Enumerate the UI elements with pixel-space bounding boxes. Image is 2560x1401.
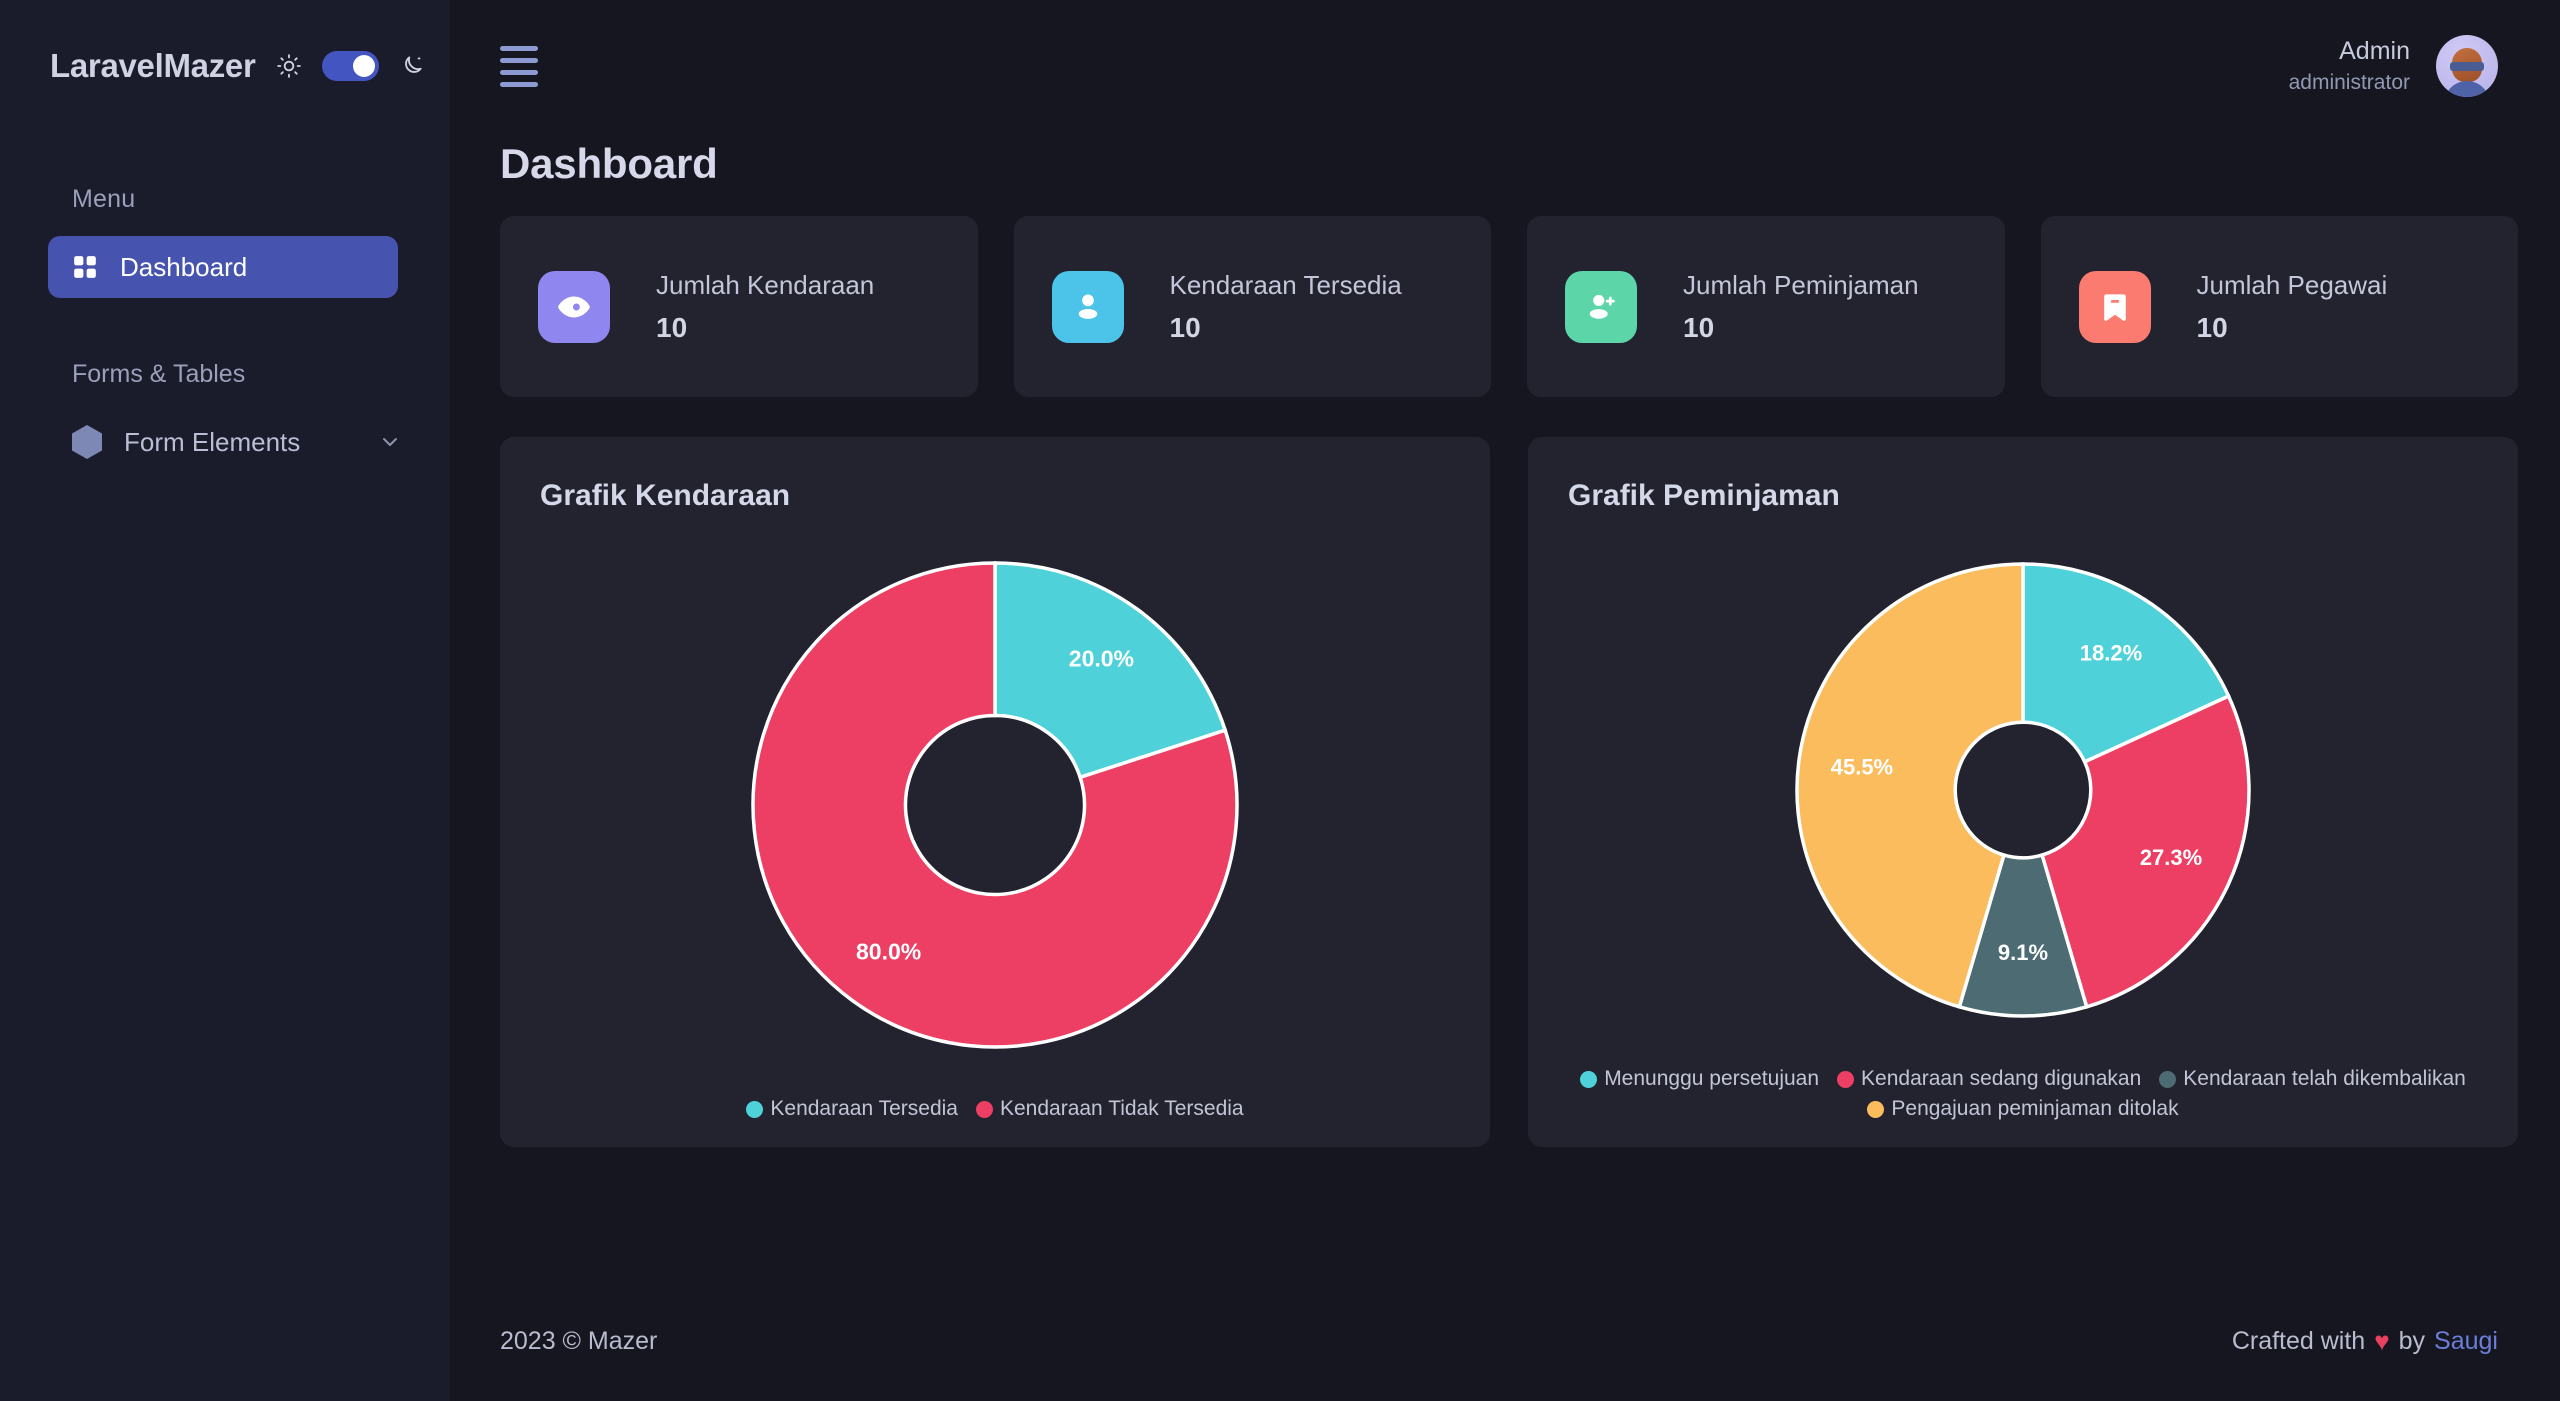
chart-title: Grafik Peminjaman — [1568, 479, 1840, 512]
footer-credit-mid: by — [2398, 1326, 2426, 1355]
legend-item[interactable]: Pengajuan peminjaman ditolak — [1867, 1097, 2179, 1121]
stat-label: Kendaraan Tersedia — [1169, 269, 1402, 300]
chart-card-kendaraan: Grafik Kendaraan 20.0% 80.0% Kendaraan Te… — [500, 437, 1490, 1147]
bookmark-icon — [2078, 270, 2151, 343]
sidebar-section-forms-tables: Forms & Tables — [72, 360, 246, 388]
user-icon — [1051, 270, 1124, 343]
topbar: Admin administrator — [450, 0, 2560, 132]
hamburger-line — [500, 81, 538, 87]
stat-card[interactable]: Jumlah Peminjaman 10 — [1527, 216, 2005, 397]
stat-label: Jumlah Kendaraan — [656, 269, 875, 300]
hamburger-line — [500, 69, 538, 75]
chart-title: Grafik Kendaraan — [540, 479, 791, 512]
theme-toggle[interactable] — [321, 51, 379, 81]
stat-value: 10 — [2196, 311, 2228, 343]
legend-label: Kendaraan sedang digunakan — [1861, 1067, 2142, 1090]
grid-icon — [72, 254, 98, 280]
sidebar-subitem-label: Form Elements — [124, 426, 301, 457]
legend-item[interactable]: Menunggu persetujuan — [1580, 1067, 1819, 1091]
main-content: Admin administrator Dashboard Jumlah Ken… — [450, 0, 2560, 1401]
stat-card[interactable]: Kendaraan Tersedia 10 — [1013, 216, 1491, 397]
legend-item[interactable]: Kendaraan Tersedia — [746, 1097, 958, 1121]
user-name: Admin — [2339, 36, 2410, 65]
user-plus-icon — [1565, 270, 1637, 343]
legend-color-dot — [1867, 1100, 1885, 1118]
sidebar: LaravelMazer Menu Dashboard Forms & Tabl… — [0, 0, 450, 1401]
user-menu[interactable]: Admin administrator — [2289, 35, 2498, 97]
page-title: Dashboard — [500, 140, 718, 187]
hamburger-line — [500, 57, 538, 63]
stat-value: 10 — [656, 311, 688, 343]
chart-body: 20.0% 80.0% — [540, 513, 1450, 1097]
avatar-body — [2444, 81, 2490, 97]
brand-title: LaravelMazer — [50, 47, 256, 84]
legend-label: Kendaraan Tersedia — [770, 1097, 958, 1120]
legend-color-dot — [2159, 1070, 2177, 1088]
stat-text: Jumlah Peminjaman 10 — [1683, 270, 1919, 344]
legend-color-dot — [975, 1100, 993, 1118]
legend-item[interactable]: Kendaraan Tidak Tersedia — [975, 1097, 1244, 1121]
stat-value: 10 — [1683, 311, 1715, 343]
legend-color-dot — [1837, 1070, 1855, 1088]
footer-credit-prefix: Crafted with — [2231, 1326, 2366, 1355]
hamburger-icon[interactable] — [500, 45, 538, 87]
footer-copyright: 2023 © Mazer — [500, 1326, 658, 1355]
sidebar-item-label: Dashboard — [120, 251, 248, 282]
footer-author-link[interactable]: Saugi — [2434, 1327, 2498, 1356]
chart-body: 18.2% 27.3% 9.1% 45.5% — [1568, 513, 2478, 1067]
donut-slice-label: 9.1% — [1998, 940, 2048, 965]
donut-chart-kendaraan[interactable]: 20.0% 80.0% — [749, 559, 1241, 1051]
hexagon-icon — [72, 425, 102, 459]
stat-text: Kendaraan Tersedia 10 — [1170, 270, 1402, 344]
chart-legend: Menunggu persetujuan Kendaraan sedang dig… — [1568, 1067, 2478, 1147]
stats-row: Jumlah Kendaraan 10 Kendaraan Tersedia 1… — [500, 216, 2518, 397]
stat-label: Jumlah Peminjaman — [1683, 269, 1919, 300]
moon-icon[interactable] — [399, 53, 425, 79]
sidebar-header: LaravelMazer — [0, 0, 450, 85]
eye-icon — [538, 270, 610, 343]
user-role: administrator — [2288, 70, 2410, 94]
avatar[interactable] — [2436, 35, 2498, 97]
theme-toggle-knob — [352, 55, 375, 77]
chart-legend: Kendaraan Tersedia Kendaraan Tidak Tersed… — [540, 1097, 1450, 1147]
legend-label: Kendaraan Tidak Tersedia — [999, 1097, 1244, 1120]
legend-item[interactable]: Kendaraan sedang digunakan — [1837, 1067, 2141, 1091]
stat-card[interactable]: Jumlah Pegawai 10 — [2040, 216, 2518, 397]
chevron-down-icon[interactable] — [378, 430, 402, 454]
donut-slice-label: 20.0% — [1069, 646, 1134, 672]
stat-text: Jumlah Kendaraan 10 — [656, 270, 874, 344]
stat-card[interactable]: Jumlah Kendaraan 10 — [500, 216, 978, 397]
legend-color-dot — [746, 1100, 764, 1118]
legend-item[interactable]: Kendaraan telah dikembalikan — [2159, 1067, 2466, 1091]
sun-icon[interactable] — [276, 53, 302, 79]
stat-text: Jumlah Pegawai 10 — [2197, 270, 2388, 344]
charts-row: Grafik Kendaraan 20.0% 80.0% Kendaraan Te… — [500, 437, 2518, 1147]
heart-icon: ♥ — [2374, 1325, 2390, 1356]
donut-chart-peminjaman[interactable]: 18.2% 27.3% 9.1% 45.5% — [1793, 560, 2253, 1020]
donut-slice-label: 80.0% — [856, 938, 921, 964]
legend-color-dot — [1580, 1070, 1598, 1088]
donut-slice-label: 18.2% — [2080, 641, 2142, 666]
legend-label: Menunggu persetujuan — [1604, 1067, 1820, 1090]
legend-label: Kendaraan telah dikembalikan — [2183, 1067, 2466, 1090]
legend-label: Pengajuan peminjaman ditolak — [1891, 1097, 2179, 1120]
donut-slice-label: 27.3% — [2140, 845, 2202, 870]
sidebar-item-form-elements[interactable]: Form Elements — [72, 425, 402, 459]
stat-value: 10 — [1169, 311, 1201, 343]
hamburger-line — [500, 45, 538, 51]
stat-label: Jumlah Pegawai — [2196, 269, 2388, 300]
footer: 2023 © Mazer Crafted with ♥ by Saugi — [450, 1281, 2560, 1401]
avatar-glasses — [2450, 62, 2484, 71]
footer-credit: Crafted with ♥ by Saugi — [2232, 1326, 2498, 1357]
sidebar-item-dashboard[interactable]: Dashboard — [48, 236, 398, 298]
chart-card-peminjaman: Grafik Peminjaman 18.2% 27.3% 9.1% 45.5% Me… — [1528, 437, 2518, 1147]
sidebar-section-menu: Menu — [72, 185, 136, 213]
user-info: Admin administrator — [2289, 35, 2410, 97]
donut-slice-label: 45.5% — [1831, 754, 1893, 779]
